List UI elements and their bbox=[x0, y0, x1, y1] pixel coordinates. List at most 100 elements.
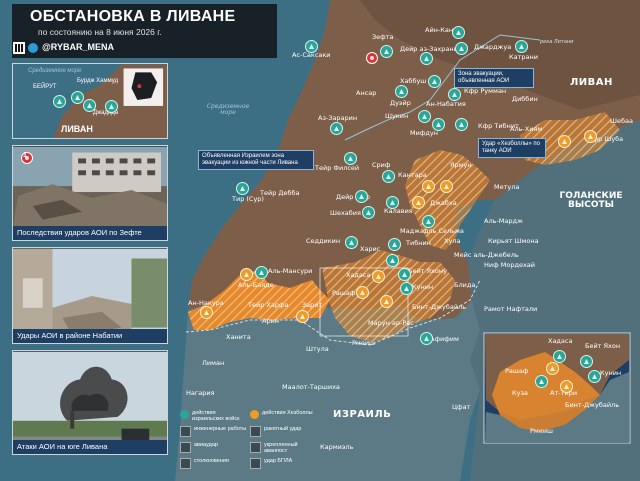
hezbollah-strike-icon bbox=[356, 286, 369, 299]
town-yarmun: Ярмун bbox=[450, 161, 472, 169]
hezbollah-strike-icon bbox=[296, 310, 309, 323]
town-blida: Блида bbox=[454, 281, 476, 289]
town-haris: Харис bbox=[360, 245, 381, 253]
qr-code-icon bbox=[13, 42, 25, 54]
town-hadatha: Хадаса bbox=[346, 271, 371, 279]
strike-marker bbox=[71, 91, 84, 104]
israeli-strike-icon bbox=[255, 266, 268, 279]
town-margaliot: Ниф Мордехай bbox=[484, 261, 535, 269]
israeli-strike-icon bbox=[400, 282, 413, 295]
israeli-strike-icon bbox=[386, 196, 399, 209]
telegram-icon bbox=[28, 43, 38, 53]
legend: действия израильских войск действия Хезб… bbox=[180, 410, 320, 470]
inset-town-rmeish: Рмеиш bbox=[530, 427, 553, 435]
israeli-strike-icon bbox=[362, 206, 375, 219]
hezbollah-strike-icon bbox=[240, 268, 253, 281]
town-tayr-filsay: Тейр Филсей bbox=[315, 164, 360, 172]
label-lebanon: ЛИВАН bbox=[570, 77, 613, 88]
badge-number: 1 bbox=[23, 152, 27, 159]
clash-icon bbox=[180, 458, 191, 469]
israeli-strike-icon bbox=[305, 40, 318, 53]
israeli-strike-icon bbox=[398, 268, 411, 281]
israeli-strike-icon bbox=[420, 52, 433, 65]
town-bayada: Аль-Баяде bbox=[238, 281, 274, 289]
israeli-strike-icon bbox=[395, 85, 408, 98]
town-majdal-selm: Маджадль Сельма bbox=[400, 227, 464, 235]
photo-panel-zefta: 1 Последствия ударов АОИ по Зефте bbox=[12, 145, 168, 241]
town-dibbin: Диббин bbox=[512, 95, 538, 103]
inset-label-beirut: БЕЙРУТ bbox=[33, 84, 57, 90]
town-beit-yahoun: Бейт Яхону bbox=[408, 267, 447, 275]
legend-hezbollah: действия Хезболлы bbox=[250, 410, 318, 419]
hezbollah-strike-icon bbox=[558, 135, 571, 148]
callout-evac-zone: Зона эвакуации, объявленная АОИ bbox=[454, 68, 534, 88]
hezbollah-strike-icon bbox=[372, 270, 385, 283]
town-mifdun: Мифдун bbox=[410, 129, 438, 137]
israeli-strike-icon bbox=[422, 215, 435, 228]
town-kiryat-shmona: Кирьят Шмона bbox=[488, 237, 539, 245]
israeli-strike-icon bbox=[345, 236, 358, 249]
town-ansar: Ансар bbox=[356, 89, 377, 97]
town-nahariya: Нагария bbox=[186, 389, 215, 397]
label-golan: ГОЛАНСКИЕ ВЫСОТЫ bbox=[559, 191, 623, 210]
inset-town-kunin: Кунин bbox=[600, 369, 622, 377]
town-ramot-naftali: Рамот Нафтали bbox=[484, 305, 538, 313]
israeli-strike-icon bbox=[588, 370, 601, 383]
label-sea: Средиземное море bbox=[206, 103, 250, 116]
inset-town-hadatha: Хадаса bbox=[548, 337, 573, 345]
town-rmeish: Рмеиш bbox=[352, 339, 375, 347]
town-kunin: Кунин bbox=[412, 283, 434, 291]
israeli-strike-icon bbox=[388, 238, 401, 251]
town-marj: Аль-Мардж bbox=[484, 217, 523, 225]
town-jabha: Джабха bbox=[430, 199, 457, 207]
inset-town-beit-yahoun: Бейт Яхон bbox=[585, 342, 621, 350]
page-title: ОБСТАНОВКА В ЛИВАНЕ bbox=[30, 8, 236, 25]
caption-south: Атаки АОИ на юге Ливана bbox=[13, 440, 167, 454]
label-israel: ИЗРАИЛЬ bbox=[333, 409, 392, 420]
town-liman: Лиман bbox=[202, 359, 225, 367]
israeli-strike-icon bbox=[455, 118, 468, 131]
inset-label-sea: Средиземное море bbox=[28, 68, 82, 74]
town-nabatieh: Ан-Набатия bbox=[426, 100, 466, 108]
inset-map-panel: Средиземное море Бурдж Хаммуд БЕЙРУТ Джа… bbox=[12, 63, 168, 139]
town-jarjouaa: Джарджуа bbox=[474, 43, 512, 51]
town-arin: Арин bbox=[262, 317, 280, 325]
town-hanita: Ханита bbox=[226, 333, 251, 341]
town-rashaf: Рашаф bbox=[332, 289, 356, 297]
hezbollah-strike-icon bbox=[440, 180, 453, 193]
israeli-strike-icon bbox=[236, 182, 249, 195]
israeli-strike-icon bbox=[432, 118, 445, 131]
brand-handle: @RYBAR_MENA bbox=[42, 42, 114, 52]
israeli-strike-icon bbox=[515, 40, 528, 53]
hezbollah-strike-icon bbox=[412, 196, 425, 209]
town-siddiqin: Седдикин bbox=[306, 237, 341, 245]
strike-marker bbox=[105, 100, 118, 113]
outpost-icon bbox=[250, 442, 261, 453]
town-tayr-debba: Тейр Дебба bbox=[260, 189, 300, 197]
israeli-strike-icon bbox=[355, 190, 368, 203]
israeli-strike-icon bbox=[448, 88, 461, 101]
airstrike-icon bbox=[180, 442, 191, 453]
inset-label-burj: Бурдж Хаммуд bbox=[77, 78, 119, 84]
israeli-strike-icon bbox=[344, 152, 357, 165]
town-tayr-harfa: Тейр Харфа bbox=[248, 301, 289, 309]
inset-town-rashaf: Рашаф bbox=[505, 367, 529, 375]
israeli-strike-icon bbox=[386, 254, 399, 267]
legend-israel: действия израильских войск bbox=[180, 410, 248, 422]
town-habbush: Хаббуш bbox=[400, 77, 427, 85]
israeli-strike-icon bbox=[580, 355, 593, 368]
caption-zefta: Последствия ударов АОИ по Зефте bbox=[13, 226, 167, 240]
hezbollah-strike-icon bbox=[380, 295, 393, 308]
drone-icon bbox=[250, 458, 261, 469]
town-zrariyeh: Аз-Зарарин bbox=[318, 114, 358, 122]
town-ain-qana: Айн-Кан bbox=[425, 26, 454, 34]
town-marun-ras: Марун ар-Рас bbox=[368, 319, 414, 327]
town-tyre: Тир (Сур) bbox=[232, 195, 264, 203]
town-katrani: Катрани bbox=[509, 53, 538, 61]
hezbollah-action-icon bbox=[250, 410, 259, 419]
strike-marker bbox=[83, 99, 96, 112]
inset-town-kouza: Куза bbox=[512, 389, 528, 397]
israeli-strike-icon bbox=[452, 26, 465, 39]
engineering-icon bbox=[180, 426, 191, 437]
town-shukin: Шукин bbox=[385, 112, 409, 120]
